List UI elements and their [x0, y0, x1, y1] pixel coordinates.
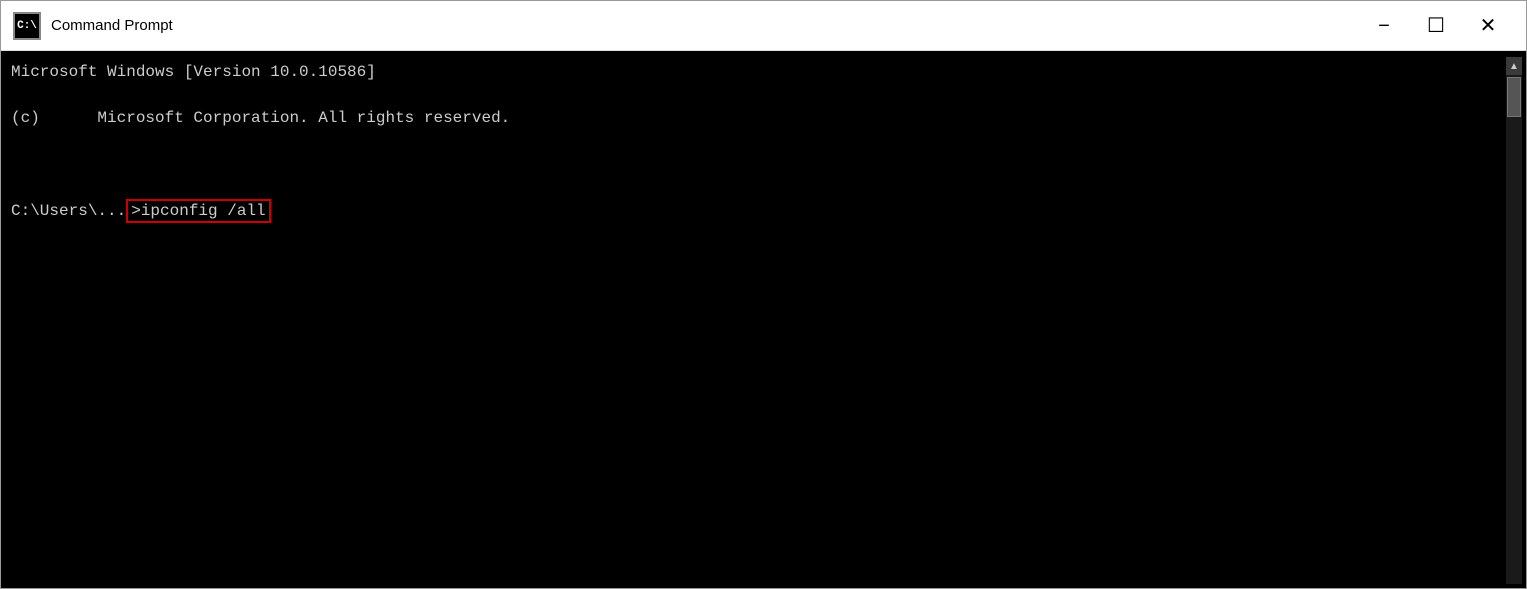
terminal-output[interactable]: Microsoft Windows [Version 10.0.10586] (…	[5, 57, 1506, 584]
prompt-line: C:\Users\... >ipconfig /all	[11, 200, 1500, 223]
scrollbar-thumb[interactable]	[1507, 77, 1521, 117]
command-text: >ipconfig /all	[131, 202, 265, 220]
output-line-3	[11, 154, 1500, 177]
close-button[interactable]: ✕	[1462, 1, 1514, 51]
window-title: Command Prompt	[51, 17, 1358, 34]
prompt-text: C:\Users\...	[11, 202, 126, 220]
window-controls: − ☐ ✕	[1358, 1, 1514, 51]
maximize-button[interactable]: ☐	[1410, 1, 1462, 51]
command-highlight: >ipconfig /all	[126, 199, 270, 223]
output-line-1: Microsoft Windows [Version 10.0.10586]	[11, 61, 1500, 84]
cmd-window: C:\ Command Prompt − ☐ ✕ Microsoft Windo…	[0, 0, 1527, 589]
scrollbar-up-button[interactable]: ▲	[1506, 57, 1522, 75]
title-bar: C:\ Command Prompt − ☐ ✕	[1, 1, 1526, 51]
scrollbar[interactable]: ▲	[1506, 57, 1522, 584]
terminal-body[interactable]: Microsoft Windows [Version 10.0.10586] (…	[1, 51, 1526, 588]
minimize-button[interactable]: −	[1358, 1, 1410, 51]
output-line-2: (c) Microsoft Corporation. All rights re…	[11, 107, 1500, 130]
app-icon: C:\	[13, 12, 41, 40]
